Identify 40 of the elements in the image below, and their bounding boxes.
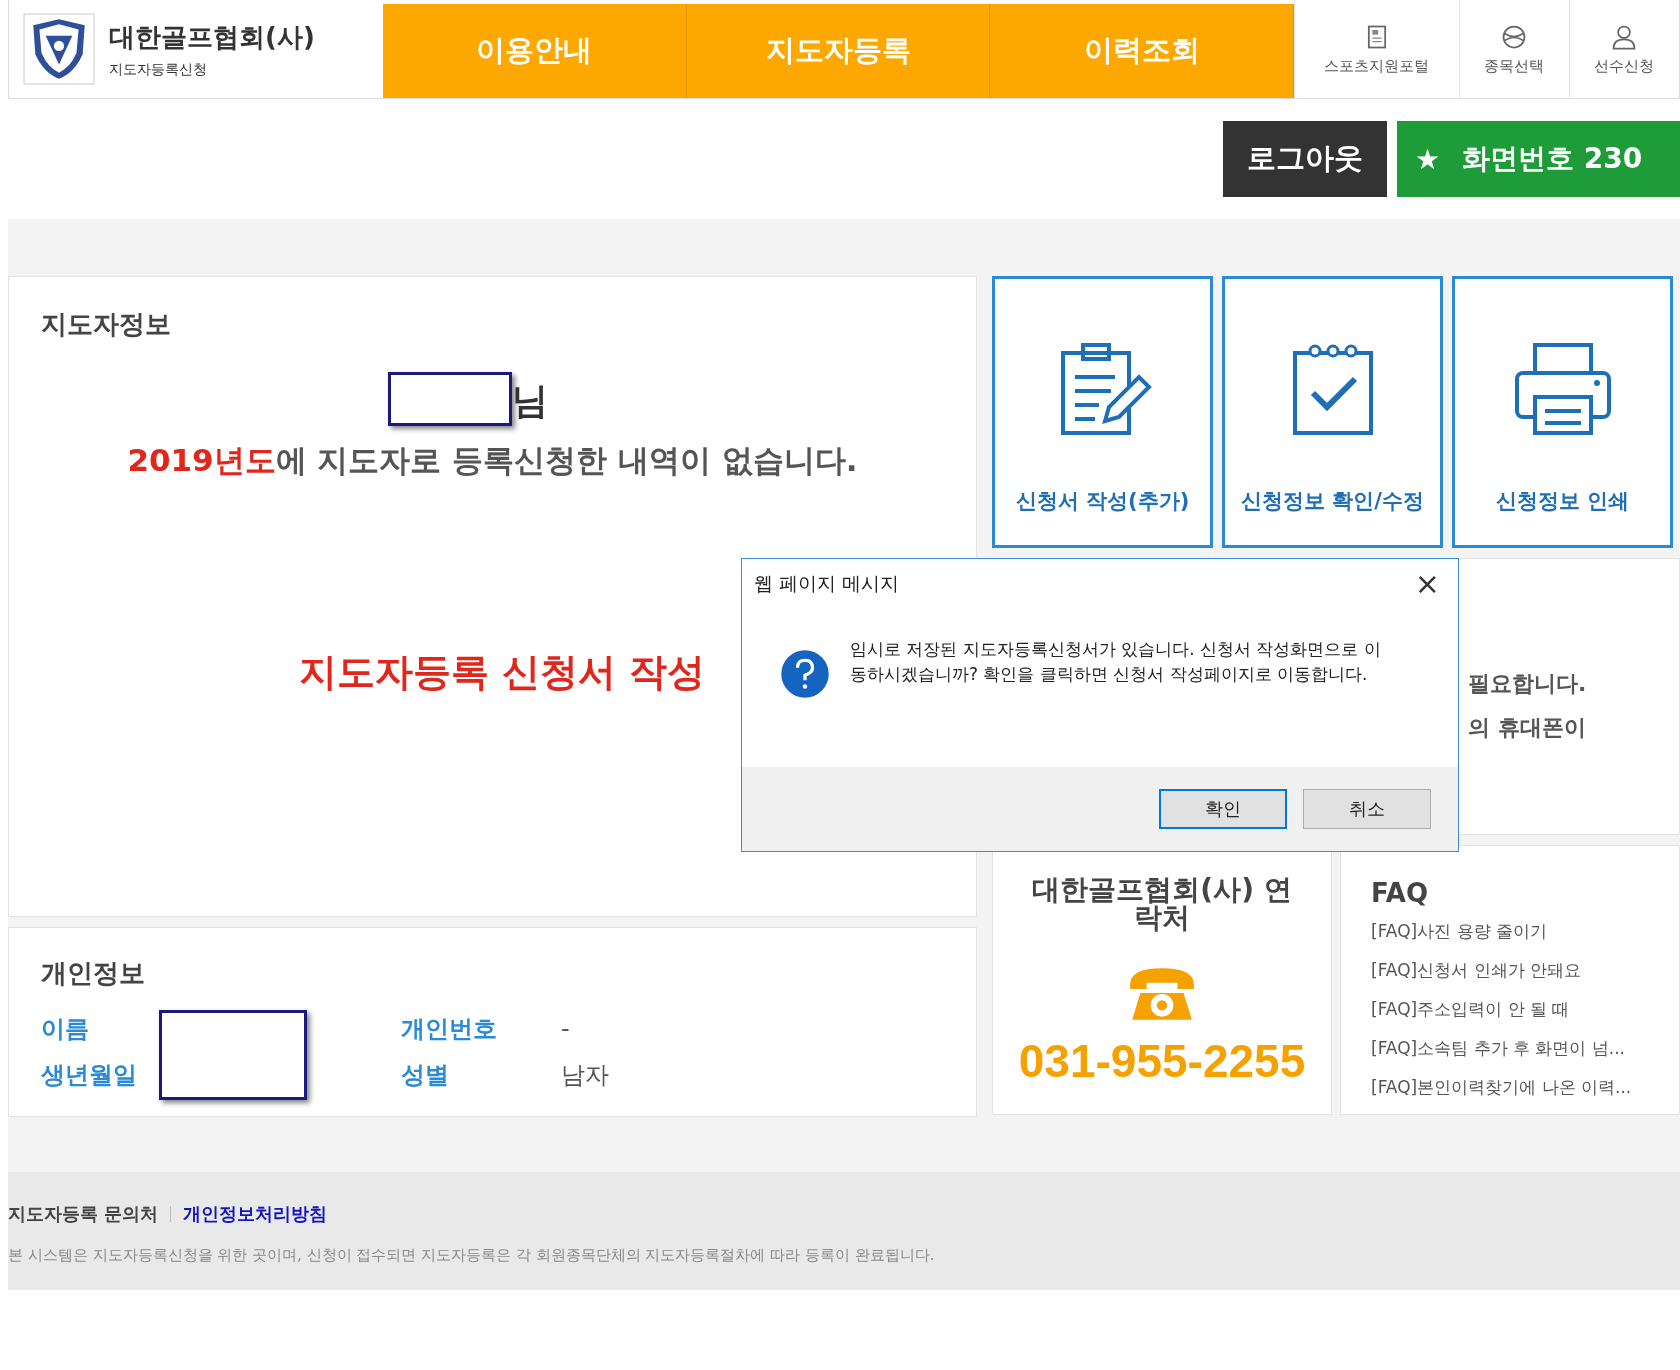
field-label: 개인번호	[401, 1014, 498, 1045]
faq-link[interactable]: [FAQ]본인이력찾기에 나온 이력...	[1371, 1076, 1649, 1099]
faq-link[interactable]: [FAQ]사진 용량 줄이기	[1371, 920, 1649, 943]
footer-link[interactable]: 개인정보처리방침	[183, 1202, 328, 1226]
association-emblem-icon	[23, 13, 95, 85]
notice-text: 필요합니다.	[1468, 670, 1588, 698]
field-label: 성별	[401, 1060, 450, 1091]
site-subtitle: 지도자등록신청	[109, 60, 208, 79]
utility-link[interactable]: 스포츠지원포털	[1294, 0, 1459, 98]
faq-link[interactable]: [FAQ]소속팀 추가 후 화면이 넘...	[1371, 1037, 1649, 1060]
contact-title: 대한골프협회(사) 연락처	[1031, 876, 1293, 932]
logout-button[interactable]: 로그아웃	[1223, 121, 1387, 197]
section-title: 지도자정보	[41, 308, 172, 341]
dialog-title: 웹 페이지 메시지	[754, 571, 900, 596]
utility-link[interactable]: 선수신청	[1568, 0, 1679, 98]
faq-title: FAQ	[1371, 878, 1429, 908]
dialog-message: 임시로 저장된 지도자등록신청서가 있습니다. 신청서 작성화면으로 이동하시겠습니까? 확인을 클릭하면 신청서 작성페이지로 이동합니다.	[850, 638, 1382, 686]
registration-status-text: 2019년도에 지도자로 등록신청한 내역이 없습니다.	[126, 441, 859, 480]
dialog-button[interactable]: 취소	[1303, 789, 1431, 829]
field-label: 생년월일	[41, 1060, 138, 1091]
field-value: -	[561, 1015, 570, 1043]
menu-tile[interactable]: 신청서 작성(추가)	[992, 276, 1213, 548]
question-icon	[780, 649, 830, 699]
screen-number-button[interactable]: ★ 화면번호 230	[1397, 121, 1680, 197]
field-value: 남자	[561, 1060, 609, 1091]
footer-link[interactable]: 지도자등록 문의처	[8, 1202, 159, 1226]
close-button[interactable]: ×	[1410, 569, 1444, 599]
phone-number: 031-955-2255	[1018, 1034, 1306, 1088]
section-title: 개인정보	[41, 957, 146, 990]
field-label: 이름	[41, 1014, 90, 1045]
utility-link[interactable]: 종목선택	[1458, 0, 1569, 98]
notice-text: 의 휴대폰이	[1468, 714, 1587, 742]
menu-tile[interactable]: 신청정보 확인/수정	[1222, 276, 1443, 548]
footer-notice: 본 시스템은 지도자등록신청을 위한 곳이며, 신청이 접수되면 지도자등록은 각 회원종목단체의 지도자등록절차에 따라 등록이 완료됩니다.	[8, 1246, 936, 1265]
faq-link[interactable]: [FAQ]신청서 인쇄가 안돼요	[1371, 959, 1649, 982]
site-title[interactable]: 대한골프협회(사)	[109, 19, 315, 55]
honorific-label: 님	[511, 379, 548, 423]
faq-link[interactable]: [FAQ]주소입력이 안 될 때	[1371, 998, 1649, 1021]
menu-tile[interactable]: 신청정보 인쇄	[1452, 276, 1673, 548]
dialog-button[interactable]: 확인	[1159, 789, 1287, 829]
